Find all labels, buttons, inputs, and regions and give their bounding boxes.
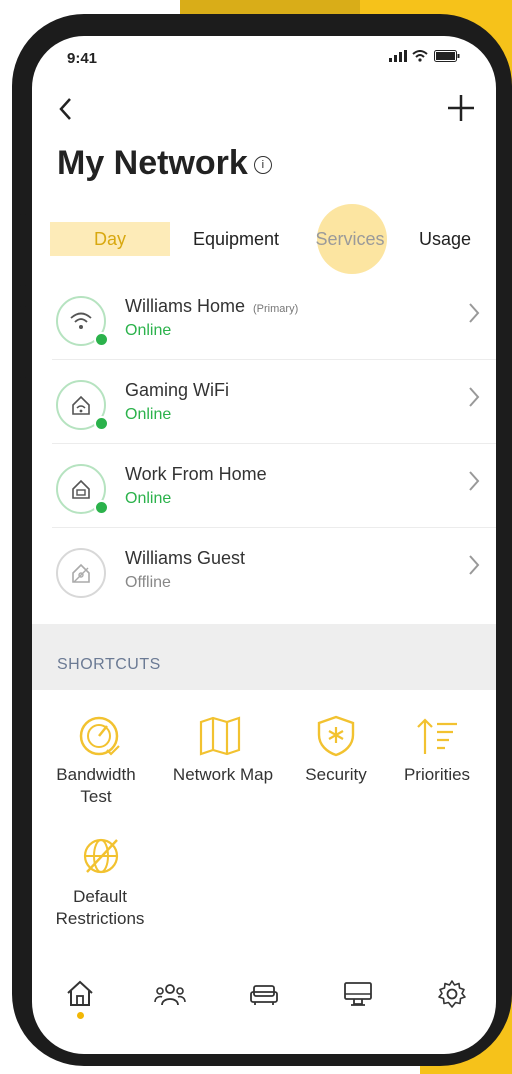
add-button[interactable] — [446, 92, 476, 130]
list-item[interactable]: Work From Home Online — [32, 444, 496, 528]
network-name: Gaming WiFi — [125, 380, 230, 400]
shortcut-label-line: Default — [73, 887, 127, 906]
home-wifi-icon — [72, 395, 90, 415]
shortcut-label-line: Network Map — [172, 765, 274, 784]
chevron-right-icon — [468, 386, 480, 412]
online-dot — [94, 332, 109, 347]
speedometer-icon[interactable] — [77, 714, 121, 763]
shortcut-bandwidth-test[interactable]: Bandwidth Test — [38, 764, 154, 808]
nav-monitor-icon[interactable] — [342, 978, 374, 1015]
shortcut-priorities[interactable]: Priorities — [384, 764, 490, 786]
network-status: Online — [125, 406, 172, 423]
tab-day[interactable]: Day — [50, 222, 170, 256]
network-status: Online — [125, 490, 172, 507]
restricted-globe-icon[interactable] — [79, 834, 123, 883]
chevron-left-icon — [59, 98, 71, 120]
network-name: Williams Home (Primary) — [125, 296, 299, 316]
shortcut-label-line: Restrictions — [55, 909, 145, 928]
map-icon[interactable] — [198, 714, 242, 763]
home-laptop-icon — [72, 479, 90, 499]
online-dot — [94, 416, 109, 431]
signal-icon — [388, 50, 413, 65]
shortcut-label-line: Bandwidth — [56, 765, 136, 784]
side-button — [18, 214, 28, 286]
list-item[interactable]: Williams Guest Offline — [32, 528, 496, 612]
wifi-icon — [70, 312, 92, 329]
shortcut-label-line: Security — [305, 765, 367, 784]
status-time: 9:41 — [67, 50, 98, 67]
primary-tag: (Primary) — [253, 303, 299, 315]
nav-couch-icon[interactable] — [248, 978, 280, 1015]
list-item[interactable]: Williams Home (Primary) Online — [32, 276, 496, 360]
shortcut-label-line: Test — [80, 787, 112, 806]
tab-usage[interactable]: Usage — [410, 222, 480, 256]
tab-services[interactable]: Services — [308, 222, 392, 256]
page-title: My Network i — [57, 144, 272, 183]
back-button[interactable] — [58, 96, 74, 128]
page-title-text: My Network — [57, 144, 248, 182]
home-guest-icon — [72, 563, 90, 583]
network-status: Offline — [125, 574, 171, 591]
phone-screen: 9:41 My Network i Day Equipment Services … — [32, 36, 496, 1054]
chevron-right-icon — [468, 554, 480, 580]
nav-active-indicator — [77, 1012, 84, 1019]
status-icons — [388, 50, 460, 65]
shortcut-security[interactable]: Security — [290, 764, 382, 786]
priorities-icon[interactable] — [415, 714, 459, 763]
wifi-icon — [412, 50, 434, 65]
network-icon-ring — [56, 548, 106, 598]
network-status: Online — [125, 322, 172, 339]
nav-gear-icon[interactable] — [436, 978, 468, 1015]
chevron-right-icon — [468, 302, 480, 328]
nav-people-icon[interactable] — [154, 978, 186, 1015]
shortcut-label-line: Priorities — [403, 765, 471, 784]
shortcuts-label: SHORTCUTS — [57, 656, 161, 673]
list-item[interactable]: Gaming WiFi Online — [32, 360, 496, 444]
info-icon[interactable]: i — [253, 156, 272, 175]
online-dot — [94, 500, 109, 515]
nav-home-icon[interactable] — [64, 978, 96, 1015]
side-button — [18, 306, 28, 378]
tab-equipment[interactable]: Equipment — [182, 222, 290, 256]
shortcut-default-restrictions[interactable]: Default Restrictions — [40, 886, 160, 930]
network-name: Williams Guest — [125, 548, 246, 568]
network-name: Work From Home — [125, 464, 267, 484]
shortcut-network-map[interactable]: Network Map — [156, 764, 290, 786]
shield-icon[interactable] — [314, 714, 358, 763]
battery-icon — [434, 50, 460, 65]
chevron-right-icon — [468, 470, 480, 496]
plus-icon — [448, 95, 474, 121]
